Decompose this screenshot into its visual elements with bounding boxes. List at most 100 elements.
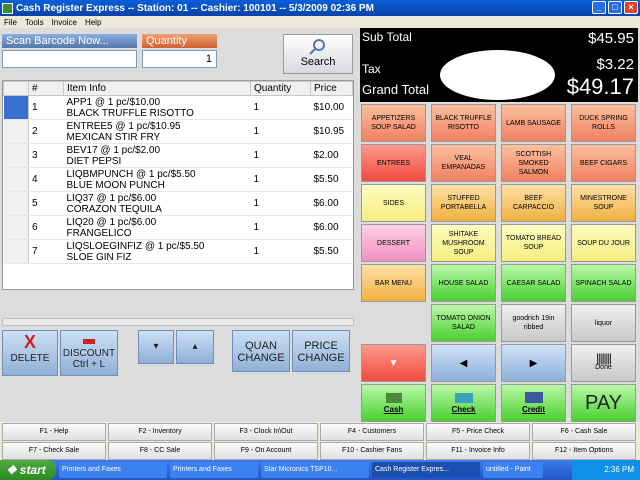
product-button[interactable]: liquor [571, 304, 636, 342]
taskbar-item[interactable]: Printers and Faxes [170, 462, 258, 478]
product-button[interactable]: SOUP DU JOUR [571, 224, 636, 262]
check-label: Check [451, 404, 476, 414]
grand-total-label: Grand Total [362, 82, 429, 97]
product-button[interactable]: SIDES [361, 184, 426, 222]
discount-button[interactable]: DISCOUNT Ctrl + L [60, 330, 118, 376]
right-panel: Sub Total $45.95 Tax $3.22 Grand Total $… [358, 28, 640, 422]
function-keys-bar: F1 - Help F2 - Inventory F3 - Clock In\Out… [0, 422, 640, 460]
product-button[interactable]: BAR MENU [361, 264, 426, 302]
minus-icon [83, 339, 95, 344]
check-icon [454, 392, 473, 403]
delete-button[interactable]: X DELETE [2, 330, 58, 376]
function-key-button[interactable]: F4 - Customers [320, 423, 424, 441]
taskbar-item[interactable]: Cash Register Expres... [372, 462, 480, 478]
pay-button[interactable]: PAY [571, 384, 636, 422]
table-row[interactable]: 4 LIQBMPUNCH @ 1 pc/$5.50 BLUE MOON PUNCH 1… [3, 167, 353, 192]
close-button[interactable]: × [624, 1, 638, 14]
row-price: $6.00 [310, 191, 353, 216]
search-button[interactable]: Search [283, 34, 353, 74]
grand-total-value: $49.17 [566, 74, 634, 99]
table-row[interactable]: 1 APP1 @ 1 pc/$10.00 BLACK TRUFFLE RISOTTO… [3, 95, 353, 120]
invoice-grid[interactable]: # Item Info Quantity Price 1 APP1 @ 1 pc/… [2, 80, 354, 290]
row-qty: 1 [250, 95, 311, 120]
scroll-up-button[interactable]: ▴ [176, 330, 214, 364]
product-button[interactable]: LAMB SAUSAGE [501, 104, 566, 142]
menu-file[interactable]: File [4, 18, 17, 27]
row-item-info: APP1 @ 1 pc/$10.00 BLACK TRUFFLE RISOTTO [63, 95, 251, 120]
function-key-button[interactable]: F9 - On Account [214, 442, 318, 460]
product-button[interactable]: SCOTTISH SMOKED SALMON [501, 144, 566, 182]
window-title: Cash Register Express -- Station: 01 -- … [16, 2, 374, 14]
scroll-down-button[interactable]: ▾ [138, 330, 174, 364]
menu-help[interactable]: Help [85, 18, 101, 27]
quantity-change-button[interactable]: QUAN CHANGE [232, 330, 290, 372]
row-qty: 1 [250, 239, 311, 264]
quantity-input[interactable]: 1 [142, 50, 217, 68]
product-button[interactable]: APPETIZERS SOUP SALAD [361, 104, 426, 142]
function-key-button[interactable]: F12 - Item Options [532, 442, 636, 460]
table-row[interactable]: 6 LIQ20 @ 1 pc/$6.00 FRANGELICO 1 $6.00 [3, 215, 353, 240]
product-button[interactable]: BLACK TRUFFLE RISOTTO [431, 104, 496, 142]
product-button[interactable]: VEAL EMPANADAS [431, 144, 496, 182]
price-change-button[interactable]: PRICE CHANGE [292, 330, 350, 372]
function-key-button[interactable]: F10 - Cashier Fans [320, 442, 424, 460]
maximize-button[interactable]: □ [608, 1, 622, 14]
function-key-button[interactable]: F3 - Clock In\Out [214, 423, 318, 441]
page-right-button[interactable]: ▶ [501, 344, 566, 382]
product-button[interactable]: SHITAKE MUSHROOM SOUP [431, 224, 496, 262]
product-button[interactable]: HOUSE SALAD [431, 264, 496, 302]
product-button[interactable]: MINESTRONE SOUP [571, 184, 636, 222]
function-key-button[interactable]: F7 - Check Sale [2, 442, 106, 460]
scan-barcode-input[interactable] [2, 50, 137, 68]
row-price: $10.95 [310, 119, 353, 144]
totals-display: Sub Total $45.95 Tax $3.22 Grand Total $… [360, 28, 638, 102]
price-label-1: PRICE [304, 340, 338, 352]
product-button[interactable]: TOMATO BREAD SOUP [501, 224, 566, 262]
quantity-label: Quantity [142, 34, 217, 48]
function-key-button[interactable]: F6 - Cash Sale [532, 423, 636, 441]
taskbar-item[interactable]: Star Micronics TSP10... [261, 462, 369, 478]
row-qty: 1 [250, 191, 311, 216]
taskbar-item[interactable]: Printers and Faxes [59, 462, 167, 478]
function-key-button[interactable]: F8 - CC Sale [108, 442, 212, 460]
start-button[interactable]: ❖ start [0, 460, 56, 480]
function-key-button[interactable]: F11 - Invoice Info [426, 442, 530, 460]
product-button[interactable]: SPINACH SALAD [571, 264, 636, 302]
table-row[interactable]: 7 LIQSLOEGINFIZ @ 1 pc/$5.50 SLOE GIN FIZ 1… [3, 239, 353, 264]
minimize-button[interactable]: _ [592, 1, 606, 14]
function-key-button[interactable]: F5 - Price Check [426, 423, 530, 441]
product-button[interactable]: BEEF CARPACCIO [501, 184, 566, 222]
row-qty: 1 [250, 143, 311, 168]
menu-tools[interactable]: Tools [25, 18, 44, 27]
product-button[interactable]: ENTREES [361, 144, 426, 182]
taskbar-item[interactable]: untitled - Paint [483, 462, 543, 478]
done-button[interactable]: ||||||| Done [571, 344, 636, 382]
clock[interactable]: 2:36 PM [604, 465, 634, 474]
product-button[interactable]: DUCK SPRING ROLLS [571, 104, 636, 142]
row-item-info: ENTREE5 @ 1 pc/$10.95 MEXICAN STIR FRY [63, 119, 251, 144]
product-button[interactable]: CAESAR SALAD [501, 264, 566, 302]
col-number: # [28, 81, 64, 96]
credit-button[interactable]: Credit [501, 384, 566, 422]
subtotal-label: Sub Total [362, 30, 412, 44]
product-button[interactable]: TOMATO ONION SALAD [431, 304, 496, 342]
check-button[interactable]: Check [431, 384, 496, 422]
function-key-button[interactable]: F2 - Inventory [108, 423, 212, 441]
table-row[interactable]: 2 ENTREE5 @ 1 pc/$10.95 MEXICAN STIR FRY 1 $… [3, 119, 353, 144]
pay-label: PAY [584, 391, 623, 414]
table-row[interactable]: 5 LIQ37 @ 1 pc/$6.00 CORAZON TEQUILA 1 $6.00 [3, 191, 353, 216]
horizontal-scrollbar[interactable] [2, 318, 354, 326]
row-item-info: LIQBMPUNCH @ 1 pc/$5.50 BLUE MOON PUNCH [63, 167, 251, 192]
page-left-button[interactable]: ◀ [431, 344, 496, 382]
product-button[interactable]: DESSERT [361, 224, 426, 262]
product-button[interactable]: goodrich 19in ribbed [501, 304, 566, 342]
table-row[interactable]: 3 BEV17 @ 1 pc/$2.00 DIET PEPSI 1 $2.00 [3, 143, 353, 168]
row-price: $5.50 [310, 239, 353, 264]
product-button[interactable]: STUFFED PORTABELLA [431, 184, 496, 222]
cash-button[interactable]: Cash [361, 384, 426, 422]
row-item-info: LIQ20 @ 1 pc/$6.00 FRANGELICO [63, 215, 251, 240]
page-down-button[interactable]: ▼ [361, 344, 426, 382]
product-button[interactable]: BEEF CIGARS [571, 144, 636, 182]
menu-invoice[interactable]: Invoice [52, 18, 77, 27]
function-key-button[interactable]: F1 - Help [2, 423, 106, 441]
